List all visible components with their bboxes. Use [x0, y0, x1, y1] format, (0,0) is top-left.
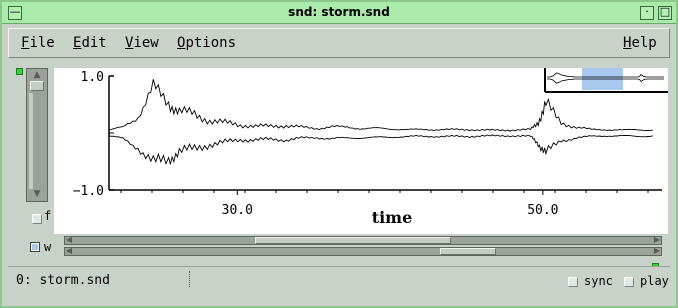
- y-top-label: 1.0: [81, 70, 104, 85]
- play-checkbox[interactable]: [624, 277, 634, 287]
- w-checkbox[interactable]: [30, 242, 40, 252]
- minimize-button[interactable]: ·: [640, 5, 654, 20]
- scroll-down-arrow-icon[interactable]: ▼: [31, 189, 43, 199]
- zoom-scrollbar[interactable]: ◀ ▶: [64, 235, 662, 245]
- status-text: 0: storm.snd: [16, 273, 110, 288]
- waveform-svg[interactable]: 1.0 −1.0 time 30.0 50.0: [54, 68, 668, 234]
- maximize-button[interactable]: □: [658, 5, 672, 20]
- waveform-graph[interactable]: 1.0 −1.0 time 30.0 50.0: [54, 68, 668, 234]
- sync-checkbox-label: sync: [584, 274, 613, 288]
- position-scrollbar[interactable]: ◀ ▶: [64, 246, 662, 256]
- title-bar[interactable]: — snd: storm.snd · □: [2, 2, 676, 24]
- menu-edit-label: dit: [81, 35, 107, 51]
- menu-view-label: iew: [133, 35, 159, 51]
- zoom-scroll-left-icon[interactable]: ◀: [65, 235, 73, 245]
- pane-grip[interactable]: [16, 68, 23, 75]
- sync-checkbox[interactable]: [568, 277, 578, 287]
- vertical-scroll-thumb[interactable]: [30, 81, 44, 91]
- menu-help[interactable]: Help: [623, 35, 657, 51]
- minimize-icon: ·: [645, 5, 649, 18]
- menu-options[interactable]: Options: [177, 35, 236, 51]
- menu-edit[interactable]: Edit: [73, 35, 107, 51]
- y-bottom-label: −1.0: [73, 184, 104, 199]
- vertical-zoom-scrollbar[interactable]: ▲ ▼: [26, 68, 48, 202]
- menu-file[interactable]: File: [21, 35, 55, 51]
- scroll-up-arrow-icon[interactable]: ▲: [31, 70, 43, 80]
- status-separator: [189, 271, 190, 287]
- zoom-scroll-thumb[interactable]: [255, 237, 451, 244]
- waveform-upper-envelope: [108, 79, 653, 132]
- position-scroll-left-icon[interactable]: ◀: [65, 246, 73, 256]
- menu-bar: File Edit View Options Help: [8, 28, 670, 58]
- f-checkbox-label: f: [44, 209, 52, 223]
- w-checkbox-label: w: [44, 240, 52, 254]
- waveform-lower-envelope: [108, 134, 653, 166]
- zoom-scroll-right-icon[interactable]: ▶: [653, 235, 661, 245]
- menu-help-label: elp: [631, 35, 657, 51]
- x-tick-label: 50.0: [527, 203, 558, 218]
- menu-file-label: ile: [29, 35, 55, 51]
- position-scroll-thumb[interactable]: [440, 248, 497, 255]
- f-checkbox[interactable]: [32, 214, 42, 224]
- menu-options-label: ptions: [185, 35, 237, 51]
- snd-window: — snd: storm.snd · □ File Edit View Opti…: [0, 0, 678, 308]
- menu-view[interactable]: View: [125, 35, 159, 51]
- status-bar: 0: storm.snd sync play: [8, 266, 670, 296]
- x-tick-label: 30.0: [222, 203, 253, 218]
- play-checkbox-label: play: [640, 274, 669, 288]
- window-title: snd: storm.snd: [288, 5, 390, 19]
- position-scroll-right-icon[interactable]: ▶: [653, 246, 661, 256]
- vertical-scroll-track[interactable]: [29, 93, 33, 189]
- x-axis-label: time: [372, 208, 413, 227]
- maximize-icon: □: [659, 5, 671, 18]
- overview-minimap[interactable]: [544, 68, 668, 93]
